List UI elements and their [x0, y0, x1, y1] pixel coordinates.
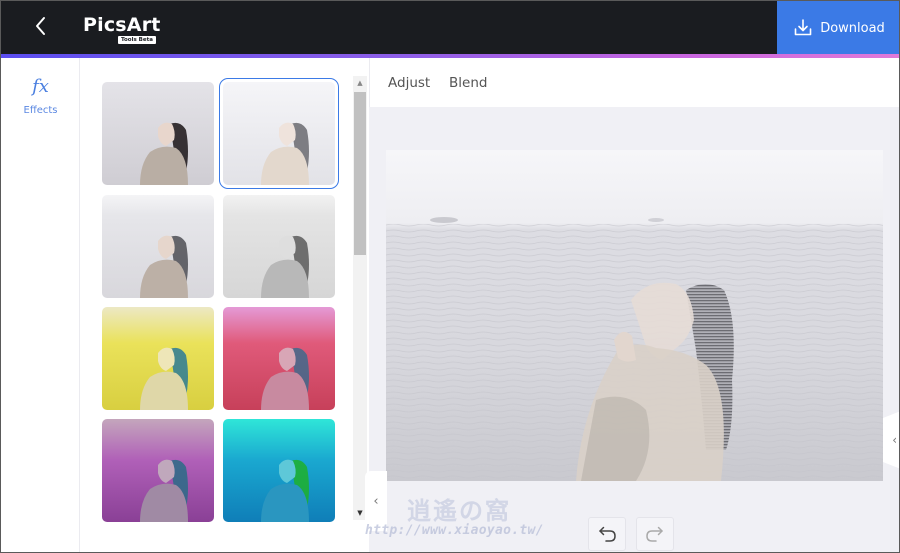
tool-rail: fx Effects: [1, 58, 80, 552]
chevron-left-icon: ‹: [892, 433, 897, 447]
effect-thumbnail-double-exposure-purple[interactable]: [102, 419, 214, 522]
undo-icon: [599, 526, 616, 542]
picsart-logo: PicsArt: [83, 14, 161, 36]
undo-button[interactable]: [588, 517, 626, 551]
thumbnail-figure: [261, 347, 309, 410]
effect-thumbnail-original[interactable]: [102, 82, 214, 185]
chevron-left-icon: [36, 17, 45, 35]
top-bar: PicsArt Tools Beta Download: [1, 1, 899, 55]
thumbnail-figure: [261, 459, 309, 522]
rail-item-label: Effects: [23, 105, 58, 116]
thumbnail-figure: [140, 122, 188, 185]
scroll-up-arrow-icon[interactable]: ▲: [353, 76, 367, 90]
editor-tabs: Adjust Blend: [369, 58, 899, 107]
effects-scrollbar[interactable]: ▲ ▼: [353, 76, 367, 520]
expand-right-panel-button[interactable]: ‹: [883, 411, 899, 469]
effect-thumbnail-double-exposure-sea-gray[interactable]: [223, 195, 335, 298]
redo-icon: [646, 526, 663, 542]
tab-blend[interactable]: Blend: [449, 75, 487, 91]
scrollbar-thumb[interactable]: [354, 92, 366, 255]
rail-item-effects[interactable]: fx Effects: [1, 76, 80, 116]
chevron-left-icon: ‹: [373, 493, 379, 509]
back-button[interactable]: [31, 13, 51, 39]
download-button[interactable]: Download: [777, 1, 899, 55]
effect-thumbnail-double-exposure-sea-clouds[interactable]: [102, 195, 214, 298]
thumbnail-figure: [140, 235, 188, 298]
redo-button[interactable]: [636, 517, 674, 551]
collapse-panel-button[interactable]: ‹: [365, 471, 387, 531]
effect-thumbnail-double-exposure-yellow[interactable]: [102, 307, 214, 410]
thumbnail-figure: [261, 122, 309, 185]
tools-beta-badge: Tools Beta: [118, 36, 156, 44]
download-icon: [794, 19, 812, 36]
tab-adjust[interactable]: Adjust: [388, 75, 430, 91]
fx-icon: fx: [32, 76, 49, 97]
thumbnail-figure: [261, 235, 309, 298]
editor-canvas: [369, 107, 899, 552]
main-image-preview[interactable]: [386, 150, 883, 481]
effect-thumbnail-double-exposure-red-pink[interactable]: [223, 307, 335, 410]
effect-thumbnail-double-exposure-sea-light[interactable]: [219, 78, 339, 189]
thumbnail-figure: [140, 347, 188, 410]
blended-photo: [386, 150, 883, 481]
thumbnail-figure: [140, 459, 188, 522]
effect-thumbnail-double-exposure-cyan[interactable]: [223, 419, 335, 522]
app-window: PicsArt Tools Beta Download fx Effects ▲…: [0, 0, 900, 553]
effects-panel: [81, 58, 369, 552]
download-label: Download: [820, 20, 885, 36]
